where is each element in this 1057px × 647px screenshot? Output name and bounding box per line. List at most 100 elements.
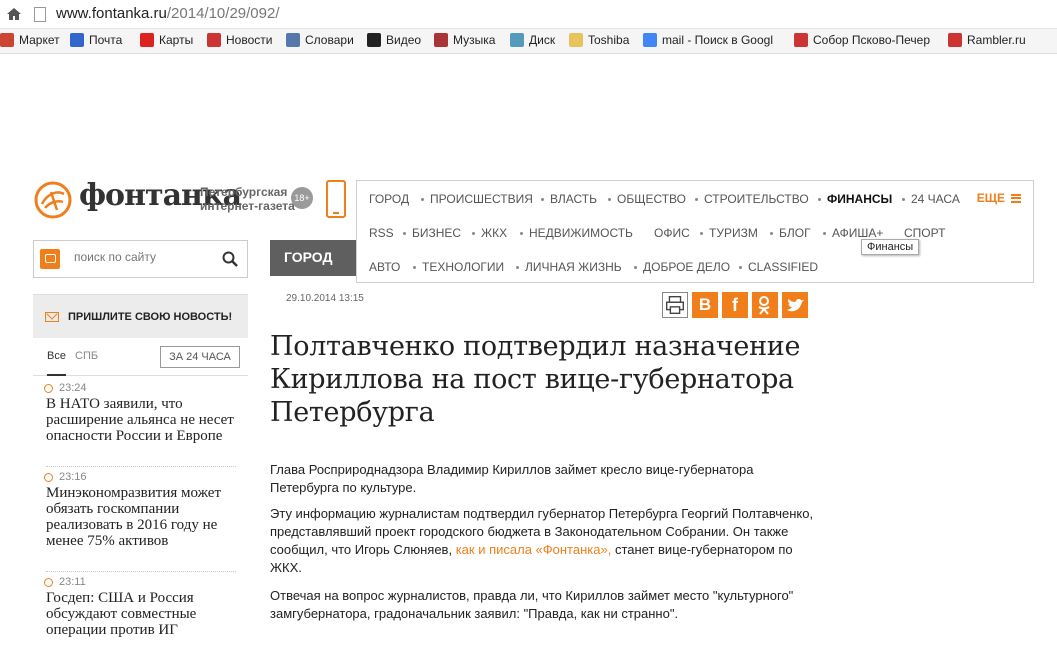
dictionary-icon <box>286 33 300 47</box>
bookmark-item[interactable]: Карты <box>140 33 193 47</box>
article-link[interactable]: как и писала «Фонтанка», <box>456 542 612 557</box>
menu-item[interactable]: БИЗНЕС <box>412 226 461 240</box>
menu-item[interactable]: БЛОГ <box>779 226 811 240</box>
menu-item[interactable]: ТЕХНОЛОГИИ <box>422 260 504 274</box>
menu-separator <box>823 232 826 235</box>
search-input[interactable] <box>74 250 214 264</box>
menu-item[interactable]: ВЛАСТЬ <box>550 192 597 206</box>
search-category-icon[interactable] <box>40 249 60 269</box>
menu-item[interactable]: RSS <box>369 226 394 240</box>
menu-item[interactable]: СТРОИТЕЛЬСТВО <box>704 192 809 206</box>
more-menu-button[interactable]: ЕЩЕ <box>977 191 1021 205</box>
bookmark-item[interactable]: Музыка <box>434 33 495 47</box>
bookmark-item[interactable]: Диск <box>510 33 555 47</box>
url-text[interactable]: www.fontanka.ru/2014/10/29/092/ <box>56 5 280 22</box>
menu-separator <box>700 232 703 235</box>
bookmark-label: Toshiba <box>588 33 630 47</box>
divider <box>46 466 236 467</box>
menu-item[interactable]: ДОБРОЕ ДЕЛО <box>643 260 730 274</box>
print-button[interactable] <box>662 292 688 318</box>
news-title[interactable]: Госдеп: США и Россия обсуждают совместны… <box>46 590 246 638</box>
menu-separator <box>739 266 742 269</box>
send-news-button[interactable]: ПРИШЛИТЕ СВОЮ НОВОСТЬ! <box>33 294 248 338</box>
bookmark-label: Новости <box>226 33 273 47</box>
menu-separator <box>516 266 519 269</box>
menu-item[interactable]: ЖКХ <box>481 226 507 240</box>
bookmark-item[interactable]: Маркет <box>0 33 60 47</box>
twitter-icon <box>787 298 804 312</box>
news-item[interactable]: 23:11 Госдеп: США и Россия обсуждают сов… <box>44 576 246 638</box>
bookmark-item[interactable]: Rambler.ru <box>948 33 1026 47</box>
disk-icon <box>510 33 524 47</box>
bookmark-item[interactable]: mail - Поиск в Googl <box>643 33 773 47</box>
bookmark-label: Музыка <box>453 33 496 47</box>
menu-separator <box>695 198 698 201</box>
vk-share-button[interactable]: В <box>692 292 718 318</box>
bookmark-item[interactable]: Словари <box>286 33 354 47</box>
menu-item[interactable]: ТУРИЗМ <box>709 226 758 240</box>
tab-spb[interactable]: СПБ <box>75 350 98 362</box>
article-paragraph: Эту информацию журналистам подтвердил гу… <box>270 506 814 575</box>
menu-item[interactable]: СПОРТ <box>904 226 945 240</box>
news-title[interactable]: В НАТО заявили, что расширение альянса н… <box>46 396 246 444</box>
menu-item[interactable]: ЛИЧНАЯ ЖИЗНЬ <box>525 260 622 274</box>
menu-item[interactable]: ГОРОД <box>369 192 409 206</box>
bookmark-label: Диск <box>529 33 556 47</box>
divider <box>46 571 236 572</box>
news-title[interactable]: Минэкономразвития может обязать госкомпа… <box>46 485 246 549</box>
bookmark-item[interactable]: Собор Псково-Печер <box>794 33 930 47</box>
menu-item[interactable]: 24 ЧАСА <box>911 192 960 206</box>
tagline: Петербургская интернет-газета <box>200 185 295 213</box>
music-icon <box>434 33 448 47</box>
printer-icon <box>666 296 684 314</box>
hamburger-icon <box>1011 193 1021 203</box>
bookmark-item[interactable]: Новости <box>207 33 272 47</box>
menu-item[interactable]: ФИНАНСЫ <box>827 192 892 206</box>
bookmark-label: Карты <box>159 33 194 47</box>
menu-separator <box>541 198 544 201</box>
search-icon[interactable] <box>222 251 238 267</box>
feed-tabs: Все СПБ ЗА 24 ЧАСА <box>33 340 248 376</box>
address-bar[interactable]: www.fontanka.ru/2014/10/29/092/ <box>0 0 1057 29</box>
news-item[interactable]: 23:24 В НАТО заявили, что расширение аль… <box>44 382 246 444</box>
bookmark-item[interactable]: Почта <box>70 33 122 47</box>
bookmark-label: mail - Поиск в Googl <box>662 33 773 47</box>
menu-item[interactable]: АФИША+ <box>832 226 883 240</box>
bookmark-label: Собор Псково-Печер <box>813 33 930 47</box>
menu-separator <box>520 232 523 235</box>
article-date: 29.10.2014 13:15 <box>286 293 364 304</box>
clock-icon <box>44 577 53 587</box>
folder-icon <box>569 33 583 47</box>
send-news-label: ПРИШЛИТЕ СВОЮ НОВОСТЬ! <box>68 311 233 323</box>
news-item[interactable]: 23:16 Минэкономразвития может обязать го… <box>44 471 246 549</box>
menu-item[interactable]: АВТО <box>369 260 400 274</box>
mobile-phone-icon[interactable] <box>326 180 346 218</box>
age-badge: 18+ <box>291 187 313 209</box>
envelope-icon <box>45 312 59 322</box>
odnoklassniki-share-button[interactable] <box>752 292 778 318</box>
menu-item[interactable]: ОБЩЕСТВО <box>617 192 686 206</box>
main-menu: ЕЩЕ ГОРОД ПРОИСШЕСТВИЯ ВЛАСТЬ ОБЩЕСТВО СТРОИ… <box>356 180 1034 283</box>
menu-item[interactable]: ПРОИСШЕСТВИЯ <box>430 192 533 206</box>
twitter-share-button[interactable] <box>782 292 808 318</box>
bookmark-label: Видео <box>386 33 422 47</box>
menu-item[interactable]: CLASSIFIED <box>748 260 818 274</box>
bookmark-item[interactable]: Toshiba <box>569 33 629 47</box>
article-headline: Полтавченко подтвердил назначение Кирилл… <box>270 331 801 428</box>
site-logo[interactable]: фонтанка Петербургская интернет-газета 18… <box>33 178 333 224</box>
facebook-share-button[interactable]: f <box>722 292 748 318</box>
home-icon[interactable] <box>6 7 22 21</box>
tab-all[interactable]: Все <box>47 350 66 376</box>
rubric-label[interactable]: ГОРОД <box>270 240 356 276</box>
yandex-icon <box>948 33 962 47</box>
article-paragraph: Глава Росприроднадзора Владимир Кириллов… <box>270 462 754 495</box>
bookmark-item[interactable]: Видео <box>367 33 421 47</box>
menu-item[interactable]: НЕДВИЖИМОСТЬ <box>529 226 633 240</box>
tab-24-hours[interactable]: ЗА 24 ЧАСА <box>160 346 240 368</box>
clock-icon <box>44 383 53 393</box>
menu-separator <box>770 232 773 235</box>
bookmarks-bar: Маркет Почта Карты Новости Словари Видео Музык… <box>0 29 1057 54</box>
bookmark-label: Маркет <box>19 33 60 47</box>
menu-item[interactable]: ОФИС <box>654 226 690 240</box>
menu-separator <box>608 198 611 201</box>
